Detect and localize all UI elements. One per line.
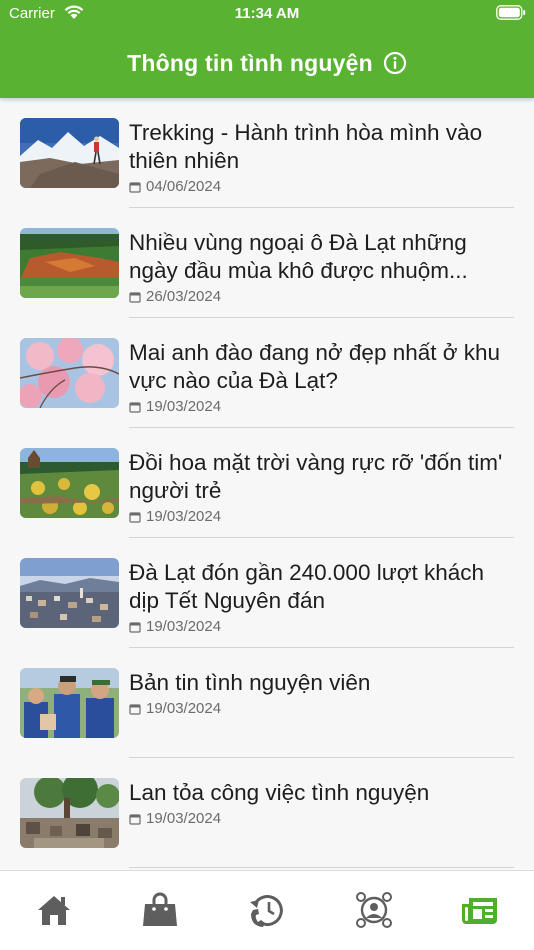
news-date-text: 19/03/2024 [146, 508, 222, 525]
calendar-icon [129, 813, 141, 825]
news-thumbnail [20, 668, 119, 738]
tab-shop[interactable] [138, 888, 182, 932]
home-icon [38, 896, 70, 925]
calendar-icon [129, 291, 141, 303]
news-title: Lan tỏa công việc tình nguyện [129, 780, 430, 805]
news-icon [462, 898, 497, 924]
bottom-tab-bar [0, 870, 534, 950]
news-thumbnail [20, 778, 119, 848]
news-date: 19/03/2024 [129, 700, 221, 717]
tab-community[interactable] [352, 888, 396, 932]
news-item[interactable]: Mai anh đào đang nở đẹp nhất ở khu vực n… [0, 318, 534, 428]
header-bar: Carrier 11:34 AM Thông tin tình nguyện [0, 0, 534, 98]
news-date-text: 19/03/2024 [146, 810, 222, 827]
news-title: Bản tin tình nguyện viên [129, 670, 371, 695]
news-date: 04/06/2024 [129, 178, 221, 195]
info-icon[interactable] [383, 51, 407, 75]
news-title: Nhiều vùng ngoại ô Đà Lạt những ngày đầu… [129, 230, 468, 283]
calendar-icon [129, 621, 141, 633]
news-list: Trekking - Hành trình hòa mình vào thiên… [0, 98, 534, 868]
tab-news[interactable] [458, 888, 502, 932]
tab-history[interactable] [245, 888, 289, 932]
news-item[interactable]: Trekking - Hành trình hòa mình vào thiên… [0, 98, 534, 208]
news-title: Đà Lạt đón gần 240.000 lượt khách dịp Tế… [129, 560, 485, 613]
tab-home[interactable] [32, 888, 76, 932]
calendar-icon [129, 181, 141, 193]
news-date-text: 19/03/2024 [146, 398, 222, 415]
battery-icon [496, 5, 526, 20]
community-icon [356, 892, 392, 928]
news-thumbnail [20, 228, 119, 298]
status-time: 11:34 AM [234, 5, 300, 22]
news-title: Trekking - Hành trình hòa mình vào thiên… [129, 120, 483, 173]
news-date-text: 19/03/2024 [146, 618, 222, 635]
news-title: Đồi hoa mặt trời vàng rực rỡ 'đốn tim' n… [129, 450, 503, 503]
divider [129, 867, 514, 868]
news-date: 26/03/2024 [129, 288, 221, 305]
page-title: Thông tin tình nguyện [127, 49, 373, 76]
news-item[interactable]: Lan tỏa công việc tình nguyện 19/03/2024 [0, 758, 534, 868]
news-date-text: 04/06/2024 [146, 178, 222, 195]
phone-history-icon [250, 895, 283, 927]
news-thumbnail [20, 558, 119, 628]
news-thumbnail [20, 448, 119, 518]
news-thumbnail [20, 118, 119, 188]
news-thumbnail [20, 338, 119, 408]
news-date: 19/03/2024 [129, 508, 221, 525]
news-item[interactable]: Nhiều vùng ngoại ô Đà Lạt những ngày đầu… [0, 208, 534, 318]
news-date: 19/03/2024 [129, 398, 221, 415]
news-date: 19/03/2024 [129, 810, 221, 827]
calendar-icon [129, 703, 141, 715]
news-date-text: 26/03/2024 [146, 288, 222, 305]
news-title: Mai anh đào đang nở đẹp nhất ở khu vực n… [129, 340, 501, 393]
news-item[interactable]: Đồi hoa mặt trời vàng rực rỡ 'đốn tim' n… [0, 428, 534, 538]
calendar-icon [129, 511, 141, 523]
header-title-row: Thông tin tình nguyện [0, 45, 534, 81]
news-date: 19/03/2024 [129, 618, 221, 635]
news-date-text: 19/03/2024 [146, 700, 222, 717]
news-item[interactable]: Đà Lạt đón gần 240.000 lượt khách dịp Tế… [0, 538, 534, 648]
calendar-icon [129, 401, 141, 413]
news-item[interactable]: Bản tin tình nguyện viên 19/03/2024 [0, 648, 534, 758]
status-bar: Carrier 11:34 AM [0, 0, 534, 30]
shopping-bag-icon [143, 892, 177, 926]
